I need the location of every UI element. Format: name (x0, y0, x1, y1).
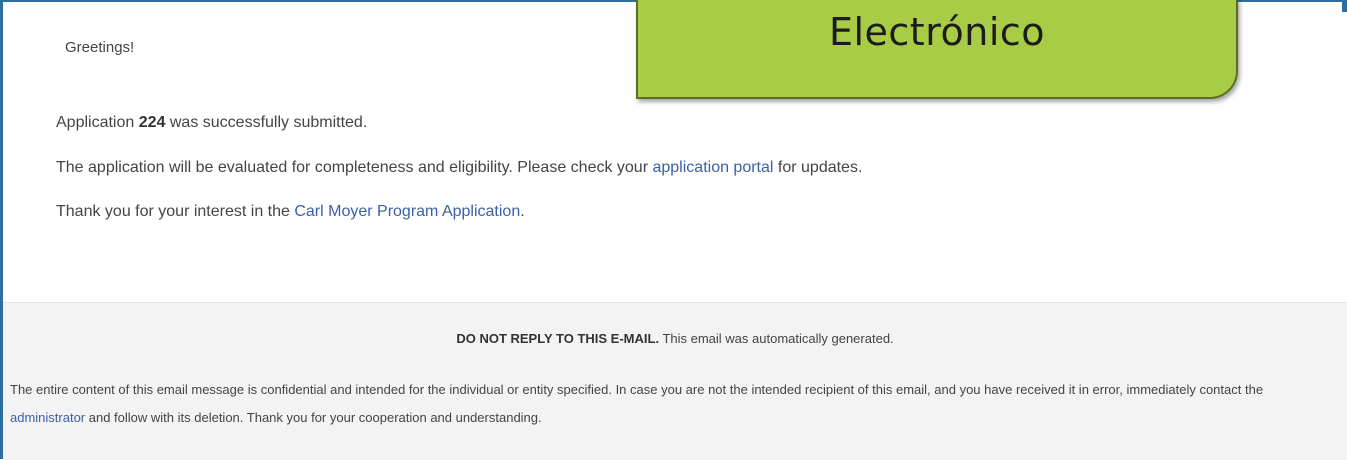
callout-banner: Electrónico (636, 0, 1238, 99)
submitted-suffix: was successfully submitted. (165, 114, 368, 131)
greeting-text: Greetings! (65, 39, 135, 56)
no-reply-bold: DO NOT REPLY TO THIS E-MAIL. (456, 331, 660, 346)
evaluation-suffix: for updates. (773, 159, 863, 176)
administrator-link[interactable]: administrator (10, 410, 85, 425)
evaluation-prefix: The application will be evaluated for co… (56, 159, 653, 176)
legal-prefix: The entire content of this email message… (10, 382, 1264, 397)
confidentiality-notice: The entire content of this email message… (10, 376, 1338, 432)
program-application-link[interactable]: Carl Moyer Program Application (294, 203, 520, 220)
legal-suffix: and follow with its deletion. Thank you … (85, 410, 542, 425)
window-right-border (1342, 0, 1347, 12)
evaluation-message: The application will be evaluated for co… (56, 159, 862, 177)
callout-text: Electrónico (828, 10, 1046, 54)
no-reply-rest: This email was automatically generated. (659, 331, 894, 346)
submitted-prefix: Application (56, 114, 139, 131)
application-number: 224 (138, 114, 166, 131)
application-portal-link[interactable]: application portal (652, 159, 773, 176)
thanks-message: Thank you for your interest in the Carl … (56, 203, 525, 221)
email-footer: DO NOT REPLY TO THIS E-MAIL. This email … (3, 302, 1347, 460)
thanks-prefix: Thank you for your interest in the (56, 203, 295, 220)
thanks-suffix: . (520, 203, 525, 220)
submitted-message: Application 224 was successfully submitt… (56, 114, 367, 132)
no-reply-notice: DO NOT REPLY TO THIS E-MAIL. This email … (3, 331, 1347, 346)
